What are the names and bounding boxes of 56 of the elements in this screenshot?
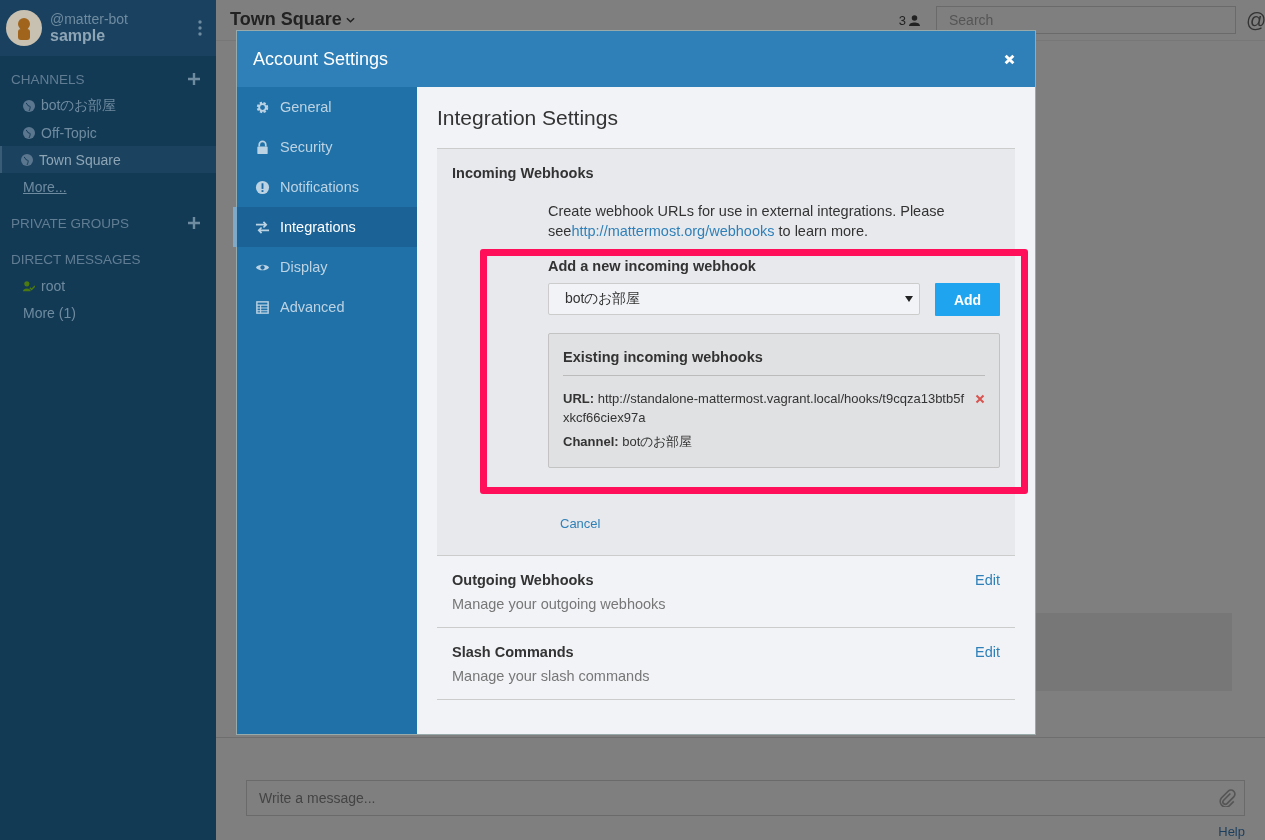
close-icon[interactable]: [1004, 53, 1015, 65]
field-label: Add a new incoming webhook: [548, 258, 757, 274]
remove-icon[interactable]: [975, 394, 985, 404]
channel-item[interactable]: root: [0, 272, 216, 299]
team-name: sample: [50, 27, 107, 45]
cancel-link[interactable]: Cancel: [560, 516, 601, 531]
channel-item[interactable]: Off-Topic: [0, 119, 216, 146]
dialog-title: Account Settings: [253, 48, 389, 70]
panel-title: Existing incoming webhooks: [563, 349, 985, 376]
channel-item[interactable]: More (1): [0, 299, 216, 326]
nav-tab[interactable]: Display: [233, 247, 417, 287]
section-description: Manage your outgoing webhooks: [452, 596, 667, 612]
nav-tab[interactable]: Advanced: [233, 287, 417, 327]
section-heading: CHANNELS: [11, 71, 85, 87]
nav-tab[interactable]: Security: [233, 127, 417, 167]
section-heading: Incoming Webhooks: [452, 164, 595, 183]
section-heading: PRIVATE GROUPS: [11, 215, 130, 231]
webhook-channel: Channel: botのお部屋: [563, 433, 694, 451]
nav-tab[interactable]: General: [233, 87, 417, 127]
alert-icon: [255, 179, 270, 195]
caret-icon: [905, 296, 913, 302]
channel-select[interactable]: botのお部屋: [548, 283, 920, 315]
chevron-icon: [345, 16, 355, 23]
channel-item[interactable]: Town Square: [0, 146, 216, 173]
person-icon: [909, 14, 920, 26]
webhook-url: URL: http://standalone-mattermost.vagrant.local/hooks/t9cqza13btb5fxkcf66ciex97a: [563, 390, 966, 427]
gear-icon: [255, 99, 270, 115]
table-icon: [255, 299, 270, 315]
add-icon[interactable]: [188, 73, 200, 85]
user-online-icon: [23, 279, 35, 292]
section-title: Integration Settings: [437, 105, 619, 131]
section-heading: DIRECT MESSAGES: [11, 251, 141, 267]
section-heading: Slash Commands: [452, 644, 574, 660]
section-description: Manage your slash commands: [452, 668, 651, 684]
user-handle: @matter-bot: [50, 11, 129, 27]
lock-icon: [255, 139, 270, 155]
exchange-icon: [255, 219, 270, 235]
channel-item[interactable]: More...: [0, 173, 216, 200]
channel-item[interactable]: botのお部屋: [0, 92, 216, 119]
avatar-icon: [6, 10, 42, 46]
paperclip-icon: [1218, 789, 1236, 807]
description-text: Create webhook URLs for use in external integrations. Please seehttp://mattermost.org/webhooks to learn more.: [548, 202, 946, 241]
mention-button[interactable]: @: [1246, 8, 1265, 32]
section-heading: Outgoing Webhooks: [452, 572, 594, 588]
message-field[interactable]: Write a message...: [246, 780, 1245, 816]
member-count[interactable]: 3: [898, 12, 920, 28]
add-button[interactable]: Add: [935, 283, 1000, 316]
docs-link[interactable]: http://mattermost.org/webhooks: [571, 223, 775, 239]
edit-link[interactable]: Edit: [975, 644, 1000, 660]
add-icon[interactable]: [188, 217, 200, 229]
menu-icon[interactable]: [198, 20, 202, 36]
edit-link[interactable]: Edit: [975, 572, 1000, 588]
help-link[interactable]: Help: [246, 824, 1245, 840]
channel-title[interactable]: Town Square: [230, 9, 889, 30]
nav-tab[interactable]: Integrations: [233, 207, 417, 247]
nav-tab[interactable]: Notifications: [233, 167, 417, 207]
